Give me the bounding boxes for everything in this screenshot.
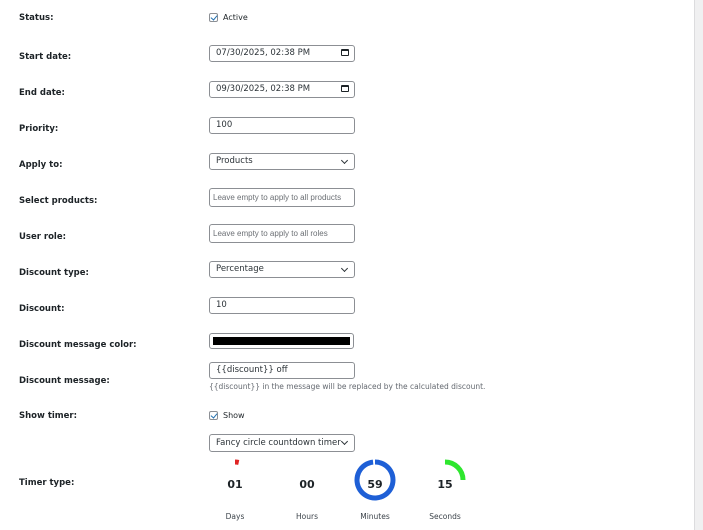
show-timer-label: Show timer: [19,411,78,421]
discount-message-value: {{discount}} off [216,365,288,375]
start-date-value: 07/30/2025, 02:38 PM [216,48,311,58]
priority-value: 100 [216,120,233,130]
end-date-value: 09/30/2025, 02:38 PM [216,84,311,94]
status-checkbox-wrap[interactable]: Active [209,13,248,22]
countdown-hours-unit: Hours [296,512,318,521]
discount-type-label: Discount type: [19,268,89,278]
select-products-input[interactable]: Leave empty to apply to all products [209,188,355,207]
select-products-label: Select products: [19,196,98,206]
chevron-down-icon [340,437,349,446]
discount-message-description: {{discount}} in the message will be repl… [209,382,486,391]
chevron-down-icon [340,264,349,273]
apply-to-select[interactable]: Products [209,153,355,170]
start-date-label: Start date: [19,52,72,62]
status-checkbox-label: Active [223,13,248,22]
discount-label: Discount: [19,304,65,314]
user-role-placeholder: Leave empty to apply to all roles [213,229,328,238]
priority-label: Priority: [19,124,59,134]
countdown-minutes-value: 59 [367,478,383,491]
countdown-seconds-value: 15 [437,478,453,491]
user-role-label: User role: [19,232,66,242]
status-label: Status: [19,13,54,23]
countdown-hours-value: 00 [299,478,315,491]
discount-message-input[interactable]: {{discount}} off [209,362,355,379]
chevron-down-icon [340,156,349,165]
discount-type-select[interactable]: Percentage [209,261,355,278]
end-date-input[interactable]: 09/30/2025, 02:38 PM [209,81,355,98]
end-date-label: End date: [19,88,65,98]
discount-type-value: Percentage [216,264,264,274]
discount-input[interactable]: 10 [209,297,355,314]
timer-type-label: Timer type: [19,478,75,488]
status-active-checkbox[interactable] [209,13,218,22]
calendar-icon[interactable] [341,49,349,56]
show-timer-checkbox[interactable] [209,411,218,420]
discount-value: 10 [216,300,227,310]
show-timer-checkbox-label: Show [223,411,245,420]
countdown-minutes-unit: Minutes [360,512,390,521]
timer-type-value: Fancy circle countdown timer [216,438,341,448]
timer-type-select[interactable]: Fancy circle countdown timer [209,434,355,452]
priority-input[interactable]: 100 [209,117,355,134]
countdown-seconds-unit: Seconds [429,512,461,521]
user-role-input[interactable]: Leave empty to apply to all roles [209,224,355,243]
apply-to-value: Products [216,156,253,166]
start-date-input[interactable]: 07/30/2025, 02:38 PM [209,45,355,62]
select-products-placeholder: Leave empty to apply to all products [213,193,342,202]
countdown-days-value: 01 [227,478,243,491]
calendar-icon[interactable] [341,85,349,92]
countdown-days-unit: Days [225,512,245,521]
discount-message-color-picker[interactable] [209,333,354,349]
apply-to-label: Apply to: [19,160,63,170]
settings-panel: Status: Active Start date: 07/30/2025, 0… [0,0,695,530]
color-swatch-fill [213,337,350,345]
discount-message-color-label: Discount message color: [19,340,137,350]
discount-message-label: Discount message: [19,376,110,386]
show-timer-checkbox-wrap[interactable]: Show [209,411,245,420]
countdown-timer: 01 Days 00 Hours 59 Minutes 15 Seconds [209,456,509,526]
